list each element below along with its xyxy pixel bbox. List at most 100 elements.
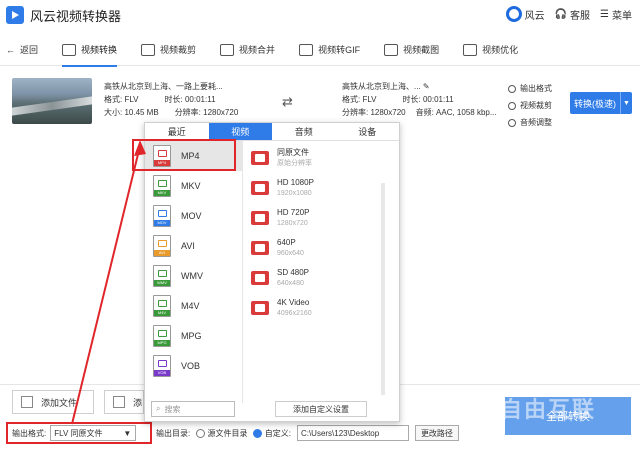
- target-duration: 时长: 00:01:11: [402, 95, 454, 104]
- format-label: MKV: [181, 181, 201, 191]
- menu-label: 菜单: [612, 10, 632, 22]
- path-value: C:\Users\123\Desktop: [300, 428, 380, 438]
- tab-recent[interactable]: 最近: [145, 123, 209, 140]
- add-file-button[interactable]: 添加文件: [12, 390, 94, 414]
- target-name: 高铁从北京到上海、...: [342, 82, 421, 91]
- shuffle-icon: ⇄: [282, 94, 293, 109]
- format-item-vob[interactable]: VOB VOB: [145, 351, 242, 381]
- fengyun-logo-icon: [505, 6, 522, 22]
- film-icon: [251, 241, 269, 255]
- output-format-select[interactable]: FLV 同原文件 ▼: [50, 425, 137, 441]
- fengyun-link[interactable]: 风云: [505, 6, 545, 22]
- radio-icon: [196, 428, 206, 438]
- resolution-name: SD 480P: [277, 268, 310, 277]
- support-link[interactable]: 🎧 客服: [555, 7, 590, 22]
- merge-icon: [220, 43, 235, 56]
- audio-icon: [508, 118, 516, 127]
- resolution-item[interactable]: HD 1080P 1920x1080: [251, 175, 397, 205]
- format-item-m4v[interactable]: M4V M4V: [145, 291, 242, 321]
- film-icon: [251, 151, 269, 165]
- back-button[interactable]: ← 返回: [0, 34, 50, 66]
- tab-video-screenshot[interactable]: 视频截图: [372, 34, 451, 66]
- headset-icon: 🎧: [554, 8, 568, 20]
- resolution-detail: 4096x2160: [277, 310, 312, 317]
- app-title: 风云视频转换器: [30, 8, 122, 24]
- format-item-mov[interactable]: MOV MOV: [145, 201, 242, 231]
- watermark: 自由互联: [500, 397, 597, 422]
- tab-video[interactable]: 视频: [208, 123, 272, 140]
- resolution-item[interactable]: HD 720P 1280x720: [251, 205, 397, 235]
- video-thumbnail[interactable]: [12, 78, 92, 124]
- format-item-wmv[interactable]: WMV WMV: [145, 261, 242, 291]
- mpg-icon: MPG: [153, 325, 171, 347]
- tab-video-merge[interactable]: 视频合并: [208, 34, 287, 66]
- add-custom-setting-button[interactable]: 添加自定义设置: [275, 401, 367, 417]
- edit-icon[interactable]: ✎: [423, 82, 430, 91]
- format-search-input[interactable]: ⌕ 搜索: [151, 401, 235, 417]
- tab-device[interactable]: 设备: [336, 123, 400, 140]
- source-size: 大小: 10.45 MB: [104, 108, 159, 117]
- tab-video-gif[interactable]: 视频转GIF: [287, 34, 372, 66]
- output-format-label: 输出格式:: [12, 428, 47, 438]
- output-dir-label: 输出目录:: [156, 428, 191, 438]
- format-item-mpg[interactable]: MPG MPG: [145, 321, 242, 351]
- optimize-icon: [463, 43, 478, 56]
- audio-adjust-action[interactable]: 音频调整: [508, 114, 552, 131]
- format-label: AVI: [181, 241, 195, 251]
- tab-label: 视频转GIF: [318, 45, 361, 55]
- action-label: 音频调整: [520, 118, 552, 127]
- resolution-detail: 1280x720: [277, 220, 308, 227]
- video-crop-action[interactable]: 视频裁剪: [508, 97, 552, 114]
- resolution-name: 同原文件: [277, 148, 309, 157]
- video-convert-icon: [62, 43, 77, 56]
- output-dir: 输出目录: 源文件目录 自定义: C:\Users\123\Desktop 更改…: [156, 425, 459, 441]
- output-format-value: FLV 同原文件: [54, 428, 103, 438]
- convert-button[interactable]: 转换(极速) ▼: [570, 92, 632, 114]
- resolution-list: 同原文件 原始分辨率 HD 1080P 1920x1080 HD 720P 1280x…: [251, 145, 397, 325]
- resolution-detail: 640x480: [277, 280, 304, 287]
- menu-button[interactable]: ☰ 菜单: [600, 7, 632, 22]
- resolution-item[interactable]: 4K Video 4096x2160: [251, 295, 397, 325]
- change-path-button[interactable]: 更改路径: [414, 425, 459, 441]
- add-folder-button[interactable]: 添: [104, 390, 144, 414]
- target-info: 高铁从北京到上海、... ✎ 格式: FLV 时长: 00:01:11 分辨率: …: [342, 80, 502, 119]
- format-item-mkv[interactable]: MKV MKV: [145, 171, 242, 201]
- tab-video-crop[interactable]: 视频裁剪: [129, 34, 208, 66]
- source-dir-label: 源文件目录: [207, 428, 248, 438]
- output-format-box: 输出格式: FLV 同原文件 ▼: [6, 422, 152, 444]
- format-label: VOB: [181, 361, 201, 371]
- tab-label: 视频裁剪: [160, 45, 197, 55]
- resolution-item[interactable]: SD 480P 640x480: [251, 265, 397, 295]
- format-label: WMV: [181, 271, 203, 281]
- resolution-item[interactable]: 640P 960x640: [251, 235, 397, 265]
- add-file-icon: [21, 396, 33, 408]
- chevron-down-icon[interactable]: ▼: [620, 92, 632, 114]
- custom-setting-label: 添加自定义设置: [293, 404, 349, 414]
- tab-audio[interactable]: 音频: [272, 123, 336, 140]
- resolution-detail: 1920x1080: [277, 190, 312, 197]
- app-logo-icon: [6, 6, 24, 24]
- film-icon: [251, 211, 269, 225]
- format-item-avi[interactable]: AVI AVI: [145, 231, 242, 261]
- custom-dir-radio[interactable]: 自定义:: [253, 428, 291, 439]
- output-format-action[interactable]: 输出格式: [508, 80, 552, 97]
- radio-checked-icon: [253, 428, 263, 438]
- resolution-name: HD 1080P: [277, 178, 314, 187]
- tab-label: 视频转换: [81, 45, 118, 55]
- tab-video-convert[interactable]: 视频转换: [50, 34, 129, 67]
- source-resolution: 分辨率: 1280x720: [174, 108, 239, 117]
- format-label: M4V: [181, 301, 200, 311]
- source-dir-radio[interactable]: 源文件目录: [196, 428, 247, 439]
- tab-video-optimize[interactable]: 视频优化: [451, 34, 530, 66]
- mkv-icon: MKV: [153, 175, 171, 197]
- action-label: 视频裁剪: [520, 101, 552, 110]
- resolution-detail: 960x640: [277, 250, 304, 257]
- tab-label: 视频合并: [239, 45, 276, 55]
- back-label: 返回: [20, 45, 39, 55]
- arrow-left-icon: ←: [6, 44, 15, 55]
- path-input[interactable]: C:\Users\123\Desktop: [296, 425, 409, 441]
- support-label: 客服: [570, 10, 591, 22]
- add-folder-label: 添: [133, 397, 143, 408]
- resolution-name: 4K Video: [277, 298, 310, 307]
- resolution-item[interactable]: 同原文件 原始分辨率: [251, 145, 397, 175]
